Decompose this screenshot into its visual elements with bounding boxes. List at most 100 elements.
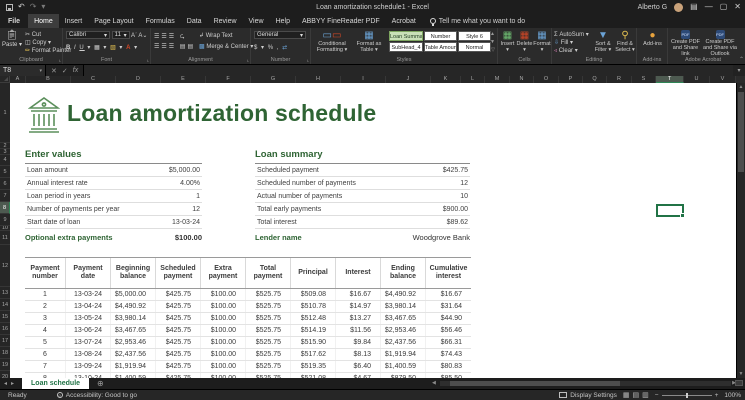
amort-cell[interactable]: $525.75 [246,361,291,372]
collapse-ribbon-icon[interactable]: ⌃ [739,56,744,63]
amort-cell[interactable]: $3,467.65 [111,325,156,336]
column-header-Q[interactable]: Q [583,76,607,83]
amort-cell[interactable]: $5,000.00 [111,289,156,300]
split-handle[interactable] [735,380,743,386]
column-header-I[interactable]: I [341,76,386,83]
wrap-text-button[interactable]: ↲ Wrap Text [199,32,233,39]
comma-format-icon[interactable]: , [277,45,280,51]
conditional-formatting-button[interactable]: ▭▭ Conditional Formatting ▾ [313,30,351,53]
row-header-15[interactable]: 15 [0,311,10,323]
column-header-C[interactable]: C [71,76,116,83]
underline-button[interactable]: U [79,45,84,51]
styles-gallery-more-icon[interactable]: ▽ [491,47,495,53]
amort-cell[interactable]: $525.75 [246,349,291,360]
row-header-1[interactable]: 1 [0,83,10,143]
amort-cell[interactable]: $44.90 [426,313,471,324]
column-header-E[interactable]: E [161,76,206,83]
style-gallery-item[interactable]: Number [424,31,457,41]
ribbon-tab-data[interactable]: Data [181,14,208,28]
enter-values-row[interactable]: Annual interest rate 4.00% [25,177,202,190]
minimize-icon[interactable]: — [705,3,713,11]
sheet-tab-loan-schedule[interactable]: Loan schedule [22,378,90,389]
column-header-S[interactable]: S [632,76,656,83]
page-layout-view-icon[interactable]: ▤ [633,391,640,399]
ribbon-tab-file[interactable]: File [0,14,28,28]
scroll-down-icon[interactable]: ▼ [737,370,745,378]
format-cells-button[interactable]: ▦ Format ▾ [533,30,551,53]
enter-values-row[interactable]: Number of payments per year 12 [25,203,202,216]
amort-row[interactable]: 7 13-09-24 $1,919.94 $425.75 $100.00 $525.75 $… [25,361,471,373]
row-header-8[interactable]: 8 [0,202,10,214]
enter-values-row[interactable]: Loan period in years 1 [25,190,202,203]
amortization-table[interactable]: Payment number Payment date Beginning bala… [25,257,471,378]
font-dialog-launcher-icon[interactable]: ⌞ [147,57,149,63]
column-header-U[interactable]: U [684,76,710,83]
row-header-20[interactable]: 20 [0,371,10,379]
zoom-level[interactable]: 100% [724,392,741,399]
row-header-11[interactable]: 11 [0,231,10,245]
column-header-A[interactable]: A [10,76,26,83]
column-header-R[interactable]: R [607,76,632,83]
amort-cell[interactable]: 4 [25,325,66,336]
amort-cell[interactable]: $519.35 [291,361,336,372]
row-header-4[interactable]: 4 [0,155,10,166]
amort-cell[interactable]: $525.75 [246,301,291,312]
amort-cell[interactable]: 13-05-24 [66,313,111,324]
ribbon-tab-view[interactable]: View [243,14,270,28]
column-header-G[interactable]: G [251,76,296,83]
selected-cell[interactable] [656,204,685,218]
amort-cell[interactable]: $31.64 [426,301,471,312]
style-gallery-item[interactable]: Table Amount [424,42,457,52]
cut-button[interactable]: ✂ Cut [25,31,41,38]
amort-cell[interactable]: $100.00 [201,301,246,312]
vertical-align-icons[interactable]: ☰☰☰ ⮎ [154,32,187,42]
loan-summary-table[interactable]: Scheduled payment $425.75 Scheduled number… [255,163,470,229]
currency-format-icon[interactable]: $ [254,45,258,51]
select-all-corner[interactable] [0,76,10,83]
amort-cell[interactable]: $66.31 [426,337,471,348]
column-header-J[interactable]: J [386,76,431,83]
amort-cell[interactable]: $11.56 [336,325,381,336]
cancel-formula-icon[interactable]: ✕ [51,67,57,75]
ribbon-tab-home[interactable]: Home [28,14,59,28]
row-header-17[interactable]: 17 [0,335,10,347]
column-header-F[interactable]: F [206,76,251,83]
amort-row[interactable]: 2 13-04-24 $4,490.92 $425.75 $100.00 $525.75 $… [25,301,471,313]
column-header-T[interactable]: T [656,76,684,83]
ribbon-tab-page-layout[interactable]: Page Layout [88,14,139,28]
horizontal-scrollbar-thumb[interactable] [450,381,620,386]
copy-button[interactable]: ◫ Copy ▾ [25,39,51,46]
column-header-N[interactable]: N [510,76,534,83]
ribbon-display-options-icon[interactable]: ▤ [690,3,698,11]
amort-cell[interactable]: 13-07-24 [66,337,111,348]
amort-cell[interactable]: $2,953.46 [381,325,426,336]
enter-formula-icon[interactable]: ✓ [62,67,68,75]
loan-summary-row[interactable]: Total early payments $900.00 [255,203,470,216]
loan-summary-row[interactable]: Scheduled number of payments 12 [255,177,470,190]
style-gallery-item[interactable]: Style 6 [458,31,491,41]
amort-cell[interactable]: 13-08-24 [66,349,111,360]
row-header-16[interactable]: 16 [0,323,10,335]
style-gallery-item[interactable]: Normal [458,42,491,52]
amort-row[interactable]: 6 13-08-24 $2,437.56 $425.75 $100.00 $525.75 $… [25,349,471,361]
sort-filter-button[interactable]: ▼ Sort & Filter ▾ [592,30,614,53]
column-header-H[interactable]: H [296,76,341,83]
amort-cell[interactable]: $3,980.14 [111,313,156,324]
row-header-6[interactable]: 6 [0,178,10,190]
amort-cell[interactable]: $16.67 [426,289,471,300]
avatar[interactable] [674,2,684,12]
amort-cell[interactable]: $425.75 [156,289,201,300]
hscroll-left-icon[interactable]: ◀ [432,380,436,386]
column-header-B[interactable]: B [26,76,71,83]
amort-cell[interactable]: $425.75 [156,361,201,372]
column-header-D[interactable]: D [116,76,161,83]
row-header-12[interactable]: 12 [0,245,10,287]
amort-cell[interactable]: 1 [25,289,66,300]
fill-color-icon[interactable]: ▧ [110,45,117,51]
alignment-dialog-launcher-icon[interactable]: ⌞ [247,57,249,63]
amort-cell[interactable]: $525.75 [246,313,291,324]
redo-icon[interactable]: ↷ [30,3,37,11]
enter-values-row[interactable]: Loan amount $5,000.00 [25,164,202,177]
ribbon-tab-abbyy-finereader-pdf[interactable]: ABBYY FineReader PDF [296,14,386,28]
amort-cell[interactable]: $6.40 [336,361,381,372]
